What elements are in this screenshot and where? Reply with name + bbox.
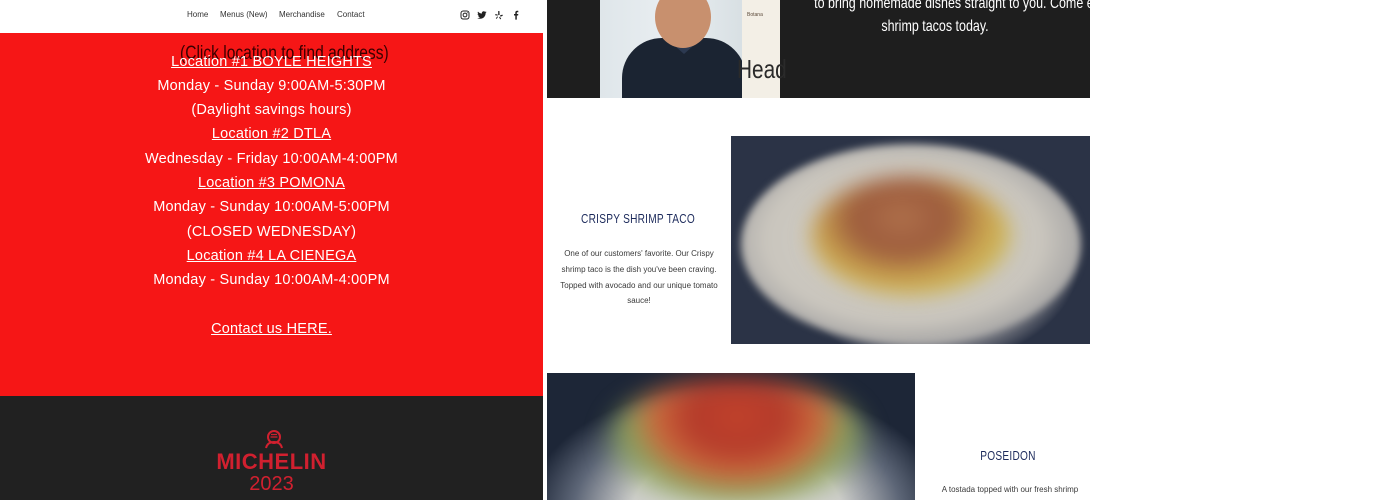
crispy-shrimp-taco-photo	[731, 136, 1090, 344]
hours-section: (Click location to find address) Locatio…	[0, 33, 543, 396]
hours-text: Wednesday - Friday 10:00AM-4:00PM	[145, 151, 398, 167]
nav-contact-link[interactable]: Contact	[337, 10, 365, 19]
michelin-year: 2023	[249, 473, 294, 495]
michelin-section: MICHELIN 2023	[0, 396, 543, 500]
poseidon-photo	[547, 373, 915, 500]
about-text-line-1: to bring homemade dishes straight to you…	[814, 0, 1090, 12]
menu-item-description: A tostada topped with our fresh shrimp	[941, 485, 1079, 494]
michelin-wordmark: MICHELIN	[216, 449, 327, 474]
contact-us-link[interactable]: Contact us HERE.	[0, 321, 543, 337]
photo-food	[811, 176, 1011, 296]
yelp-icon[interactable]	[494, 10, 504, 20]
about-text: to bring homemade dishes straight to you…	[814, 0, 1090, 38]
nav-merchandise-link[interactable]: Merchandise	[279, 10, 325, 19]
location-pomona-link[interactable]: Location #3 POMONA	[0, 175, 543, 191]
nav-home-link[interactable]: Home	[187, 10, 208, 19]
hours-text: Monday - Sunday 10:00AM-5:00PM	[153, 199, 390, 215]
hours-text: Monday - Sunday 9:00AM-5:30PM	[157, 78, 386, 94]
menu-item-description: One of our customers' favorite. Our Cris…	[560, 249, 718, 306]
menu-item-title: POSEIDON	[980, 448, 1036, 463]
hours-text: Monday - Sunday 10:00AM-4:00PM	[153, 272, 390, 288]
faded-heading: Head	[737, 54, 787, 84]
location-dtla-link[interactable]: Location #2 DTLA	[0, 126, 543, 142]
top-navigation: Home Menus (New) Merchandise Contact	[0, 0, 543, 33]
instagram-icon[interactable]	[460, 10, 470, 20]
about-banner: Botana to bring homemade dishes straight…	[547, 0, 1090, 98]
location-boyle-heights-link[interactable]: Location #1 BOYLE HEIGHTS	[0, 54, 543, 70]
nav-menus-link[interactable]: Menus (New)	[220, 10, 268, 19]
location-la-cienega-link[interactable]: Location #4 LA CIENEGA	[0, 248, 543, 264]
menu-item-title: CRISPY SHRIMP TACO	[581, 211, 695, 226]
facebook-icon[interactable]	[511, 10, 521, 20]
twitter-icon[interactable]	[477, 10, 487, 20]
hours-note: (Daylight savings hours)	[191, 102, 352, 118]
photo-food	[607, 378, 867, 500]
about-text-line-2: shrimp tacos today.	[881, 18, 989, 35]
poster-text: Botana	[747, 12, 763, 18]
hours-note: (CLOSED WEDNESDAY)	[186, 224, 357, 240]
